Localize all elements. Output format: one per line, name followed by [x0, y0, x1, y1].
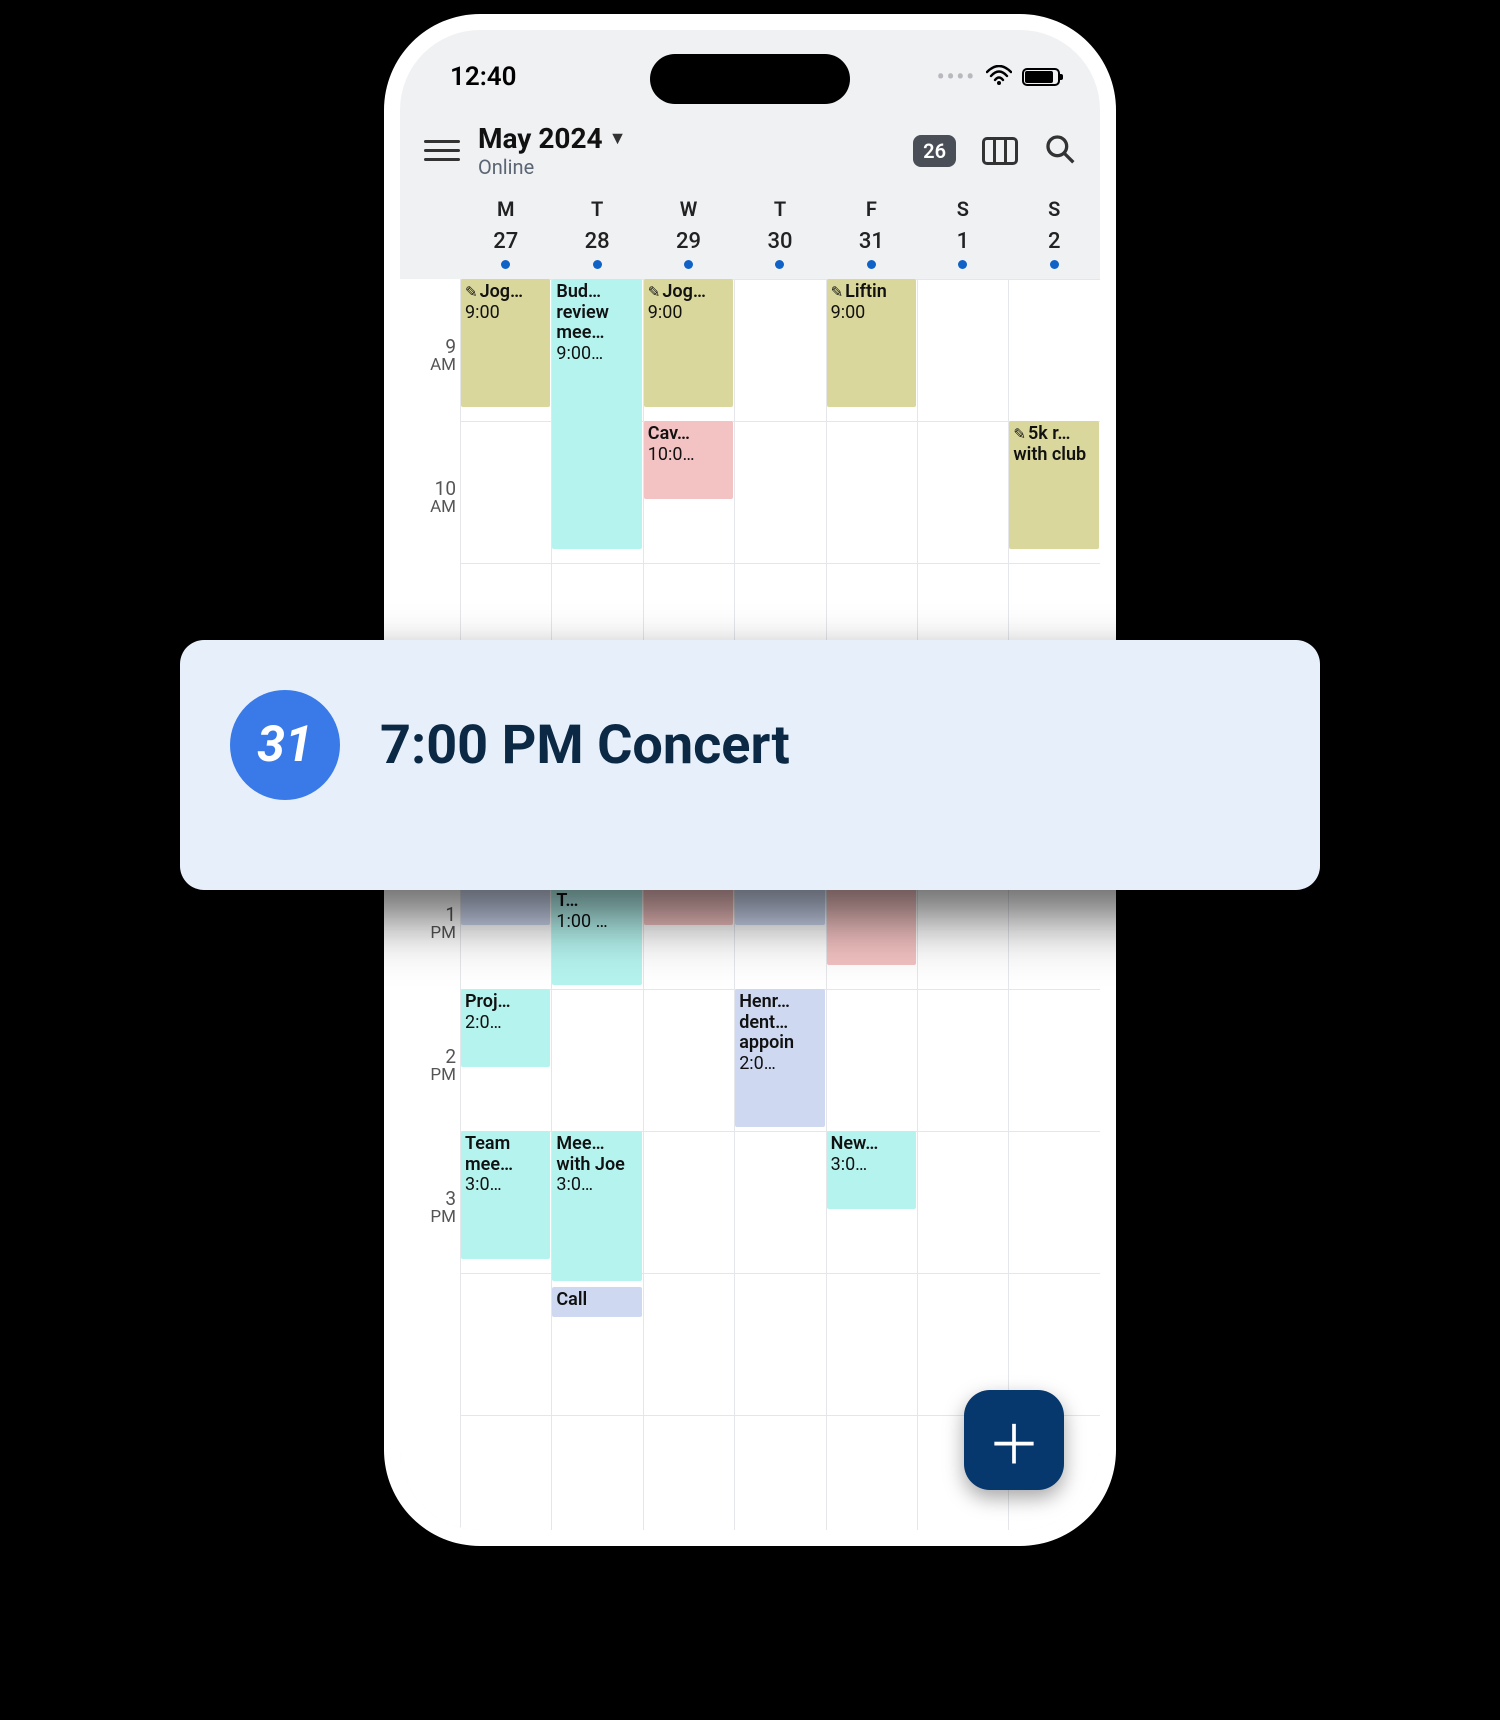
week-header: MTWTFSS — [400, 189, 1100, 225]
status-label: Online — [478, 155, 895, 179]
status-time: 12:40 — [450, 62, 517, 92]
month-label: May 2024 — [478, 122, 603, 155]
date-header[interactable]: 30 — [734, 229, 825, 269]
status-right: •••• — [937, 63, 1060, 91]
header-actions: 26 — [913, 133, 1076, 169]
date-header[interactable]: 2 — [1009, 229, 1100, 269]
date-header[interactable]: 28 — [551, 229, 642, 269]
calendar-event[interactable]: Call — [552, 1287, 641, 1317]
title-block[interactable]: May 2024 ▼ Online — [478, 122, 895, 179]
calendar-event[interactable]: Mee… with Joe3:0… — [552, 1131, 641, 1281]
calendar-event[interactable]: ✎Jog…9:00 — [644, 279, 733, 407]
dow-header: M — [460, 197, 551, 221]
event-notification[interactable]: 31 7:00 PM Concert — [180, 640, 1320, 890]
calendar-event[interactable]: New…3:0… — [827, 1131, 916, 1209]
dow-header: S — [1009, 197, 1100, 221]
pencil-icon: ✎ — [1013, 425, 1026, 443]
date-header[interactable]: 1 — [917, 229, 1008, 269]
add-event-fab[interactable]: ＋ — [964, 1390, 1064, 1490]
date-header[interactable]: 27 — [460, 229, 551, 269]
calendar-event[interactable]: ✎5k r… with club — [1009, 421, 1098, 549]
dow-header: S — [917, 197, 1008, 221]
calendar-event[interactable]: Proj…2:0… — [461, 989, 550, 1067]
dynamic-island — [650, 54, 850, 104]
view-columns-icon[interactable] — [982, 137, 1018, 165]
pencil-icon: ✎ — [648, 283, 661, 301]
dow-header: T — [551, 197, 642, 221]
notification-text: 7:00 PM Concert — [380, 714, 790, 777]
pencil-icon: ✎ — [831, 283, 844, 301]
hour-label: 2PM — [400, 1047, 456, 1085]
pencil-icon: ✎ — [465, 283, 478, 301]
calendar-event[interactable]: ✎Liftin9:00 — [827, 279, 916, 407]
dow-header: F — [826, 197, 917, 221]
battery-icon — [1022, 68, 1060, 86]
hour-label: 1PM — [400, 905, 456, 943]
dow-header: T — [734, 197, 825, 221]
calendar-event[interactable]: ✎Jog…9:00 — [461, 279, 550, 407]
calendar-event[interactable]: Team mee…3:0… — [461, 1131, 550, 1259]
date-header[interactable]: 29 — [643, 229, 734, 269]
today-button[interactable]: 26 — [913, 135, 956, 167]
plus-icon: ＋ — [987, 1401, 1041, 1480]
menu-icon[interactable] — [424, 140, 460, 161]
date-header[interactable]: 31 — [826, 229, 917, 269]
hour-label: 3PM — [400, 1189, 456, 1227]
hour-label: 10AM — [400, 479, 456, 517]
week-dates: 272829303112 — [400, 225, 1100, 273]
chevron-down-icon: ▼ — [609, 128, 627, 149]
wifi-icon — [986, 63, 1012, 91]
calendar-app-icon: 31 — [230, 690, 340, 800]
more-dots-icon: •••• — [937, 65, 976, 90]
hour-label: 9AM — [400, 337, 456, 375]
dow-header: W — [643, 197, 734, 221]
calendar-body[interactable]: 9AM10AM12PM1PM2PM3PM ✎Jog…9:00Bud… revie… — [400, 279, 1100, 1530]
calendar-event[interactable]: Cav…10:0… — [644, 421, 733, 499]
search-icon[interactable] — [1044, 133, 1076, 169]
app-header: May 2024 ▼ Online 26 — [400, 104, 1100, 189]
calendar-event[interactable]: Henr… dent… appoin2:0… — [735, 989, 824, 1127]
calendar-event[interactable]: Bud… review mee…9:00… — [552, 279, 641, 549]
